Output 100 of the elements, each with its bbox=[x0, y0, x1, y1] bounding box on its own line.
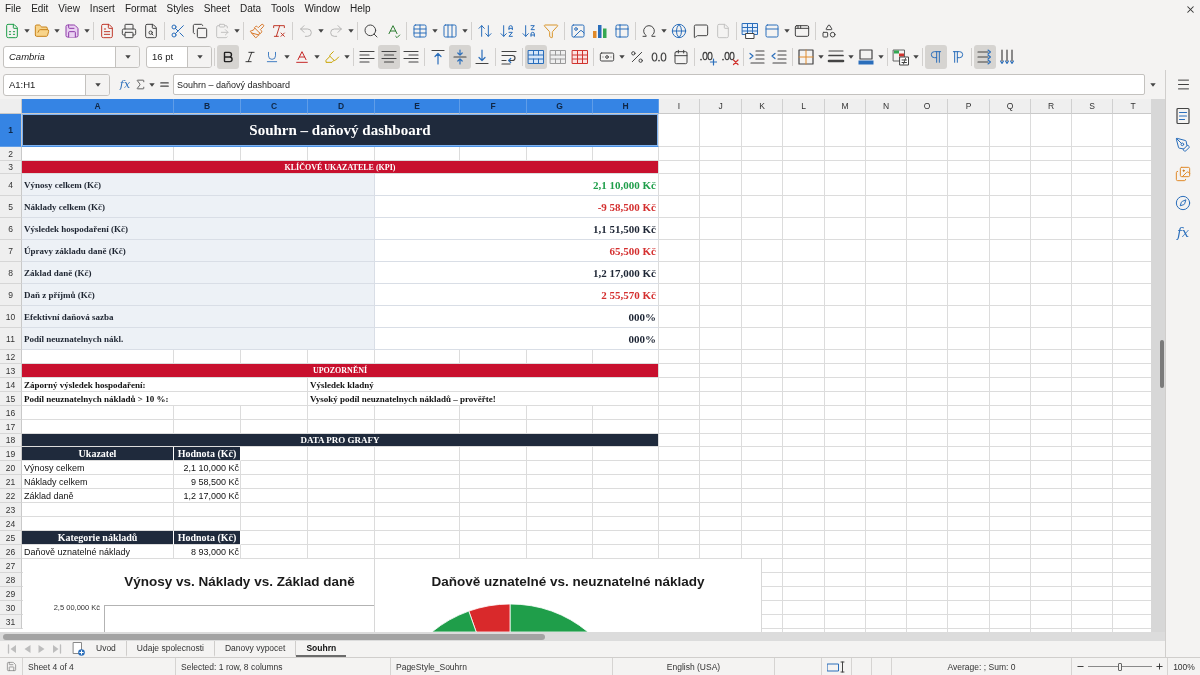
row-header[interactable]: 6 bbox=[0, 218, 22, 240]
row-header[interactable]: 4 bbox=[0, 174, 22, 196]
row-header[interactable]: 25 bbox=[0, 531, 22, 545]
dropdown-button[interactable] bbox=[347, 26, 355, 35]
row-header[interactable]: 31 bbox=[0, 615, 22, 629]
row-header[interactable]: 15 bbox=[0, 392, 22, 406]
column-header[interactable]: T bbox=[1113, 99, 1151, 114]
menu-item[interactable]: Styles bbox=[161, 1, 199, 17]
row-header[interactable]: 22 bbox=[0, 489, 22, 503]
dropdown-button[interactable] bbox=[343, 52, 351, 61]
language-button[interactable]: English (USA) bbox=[666, 661, 721, 672]
dropdown-button[interactable] bbox=[23, 26, 31, 35]
column-header[interactable]: S bbox=[1072, 99, 1113, 114]
dropdown-button[interactable] bbox=[461, 26, 469, 35]
dropdown-button[interactable] bbox=[783, 26, 791, 35]
dropdown-button[interactable] bbox=[847, 52, 855, 61]
dropdown-button[interactable] bbox=[912, 52, 920, 61]
left-to-right-button[interactable] bbox=[925, 44, 947, 69]
zoom-in-button[interactable] bbox=[1155, 662, 1164, 671]
row-header[interactable]: 21 bbox=[0, 475, 22, 489]
dropdown-button[interactable] bbox=[53, 26, 61, 35]
column-header[interactable]: I bbox=[659, 99, 700, 114]
function-wizard-button[interactable]: fx bbox=[118, 75, 132, 94]
bold-button[interactable] bbox=[217, 44, 239, 69]
menu-item[interactable]: Edit bbox=[26, 1, 54, 17]
column-header[interactable]: Q bbox=[990, 99, 1031, 114]
row-header[interactable]: 13 bbox=[0, 364, 22, 378]
row-header[interactable]: 30 bbox=[0, 601, 22, 615]
row-header[interactable]: 10 bbox=[0, 306, 22, 328]
row-header[interactable]: 18 bbox=[0, 434, 22, 447]
row-header[interactable]: 29 bbox=[0, 587, 22, 601]
dropdown-button[interactable] bbox=[148, 80, 156, 89]
column-header[interactable]: L bbox=[783, 99, 825, 114]
menu-item[interactable]: Help bbox=[345, 1, 376, 17]
add-sheet-button[interactable] bbox=[70, 642, 86, 656]
column-header[interactable]: C bbox=[241, 99, 308, 114]
horizontal-scrollbar[interactable] bbox=[0, 632, 1165, 641]
row-header[interactable]: 1 bbox=[0, 114, 22, 147]
row-header[interactable]: 7 bbox=[0, 240, 22, 262]
text-direction-button[interactable] bbox=[974, 44, 996, 69]
row-header[interactable]: 17 bbox=[0, 420, 22, 434]
column-header[interactable]: G bbox=[527, 99, 593, 114]
zoom-percentage[interactable]: 100% bbox=[1168, 661, 1200, 672]
column-header[interactable]: H bbox=[593, 99, 659, 114]
dropdown-button[interactable] bbox=[83, 26, 91, 35]
row-header[interactable]: 2 bbox=[0, 147, 22, 161]
scrollbar-thumb[interactable] bbox=[3, 633, 545, 640]
menu-item[interactable]: Insert bbox=[84, 1, 120, 17]
dropdown-button[interactable] bbox=[660, 26, 668, 35]
menu-item[interactable]: View bbox=[53, 1, 85, 17]
formula-input-field[interactable]: Souhrn – daňový dashboard bbox=[173, 74, 1145, 95]
font-size-field[interactable]: 16 pt bbox=[146, 45, 212, 68]
row-header[interactable]: 11 bbox=[0, 328, 22, 350]
menu-item[interactable]: Window bbox=[299, 1, 345, 17]
row-header[interactable]: 26 bbox=[0, 545, 22, 559]
dropdown-button[interactable] bbox=[313, 52, 321, 61]
row-header[interactable]: 3 bbox=[0, 161, 22, 174]
slider-thumb[interactable] bbox=[1118, 662, 1122, 671]
row-header[interactable]: 12 bbox=[0, 350, 22, 364]
row-header[interactable]: 24 bbox=[0, 517, 22, 531]
dropdown-button[interactable] bbox=[283, 52, 291, 61]
row-header[interactable]: 16 bbox=[0, 406, 22, 420]
dropdown-button[interactable] bbox=[233, 26, 241, 35]
menu-item[interactable]: File bbox=[0, 1, 27, 17]
align-middle-button[interactable] bbox=[449, 44, 471, 69]
row-header[interactable]: 8 bbox=[0, 262, 22, 284]
menu-item[interactable]: Sheet bbox=[198, 1, 235, 17]
column-header[interactable]: N bbox=[866, 99, 907, 114]
dropdown-button[interactable] bbox=[317, 26, 325, 35]
column-header[interactable]: K bbox=[742, 99, 783, 114]
row-header[interactable]: 20 bbox=[0, 461, 22, 475]
column-header[interactable]: B bbox=[174, 99, 241, 114]
row-header[interactable]: 14 bbox=[0, 378, 22, 392]
menu-item[interactable]: Format bbox=[119, 1, 162, 17]
column-header[interactable]: D bbox=[308, 99, 375, 114]
column-header[interactable]: P bbox=[948, 99, 990, 114]
functions-button[interactable]: fx bbox=[1172, 222, 1194, 242]
dropdown-button[interactable] bbox=[877, 52, 885, 61]
column-header[interactable]: J bbox=[700, 99, 742, 114]
dropdown-button[interactable] bbox=[431, 26, 439, 35]
menu-item[interactable]: Data bbox=[234, 1, 267, 17]
row-header[interactable]: 28 bbox=[0, 573, 22, 587]
column-header[interactable]: O bbox=[907, 99, 948, 114]
column-header[interactable]: A bbox=[22, 99, 174, 114]
name-box[interactable]: A1:H1 bbox=[3, 73, 110, 96]
row-header[interactable]: 5 bbox=[0, 196, 22, 218]
column-header[interactable]: E bbox=[375, 99, 460, 114]
dropdown-button[interactable] bbox=[817, 52, 825, 61]
vertical-scrollbar[interactable] bbox=[1151, 99, 1165, 632]
align-center-button[interactable] bbox=[378, 44, 400, 69]
column-header[interactable]: M bbox=[825, 99, 866, 114]
row-header[interactable]: 19 bbox=[0, 447, 22, 461]
merge-center-button[interactable] bbox=[525, 44, 547, 69]
row-header[interactable]: 9 bbox=[0, 284, 22, 306]
column-header[interactable]: R bbox=[1031, 99, 1072, 114]
dropdown-button[interactable] bbox=[618, 52, 626, 61]
scrollbar-thumb[interactable] bbox=[1160, 340, 1164, 388]
row-header[interactable]: 23 bbox=[0, 503, 22, 517]
font-name-field[interactable]: Cambria bbox=[3, 45, 140, 68]
menu-item[interactable]: Tools bbox=[266, 1, 300, 17]
